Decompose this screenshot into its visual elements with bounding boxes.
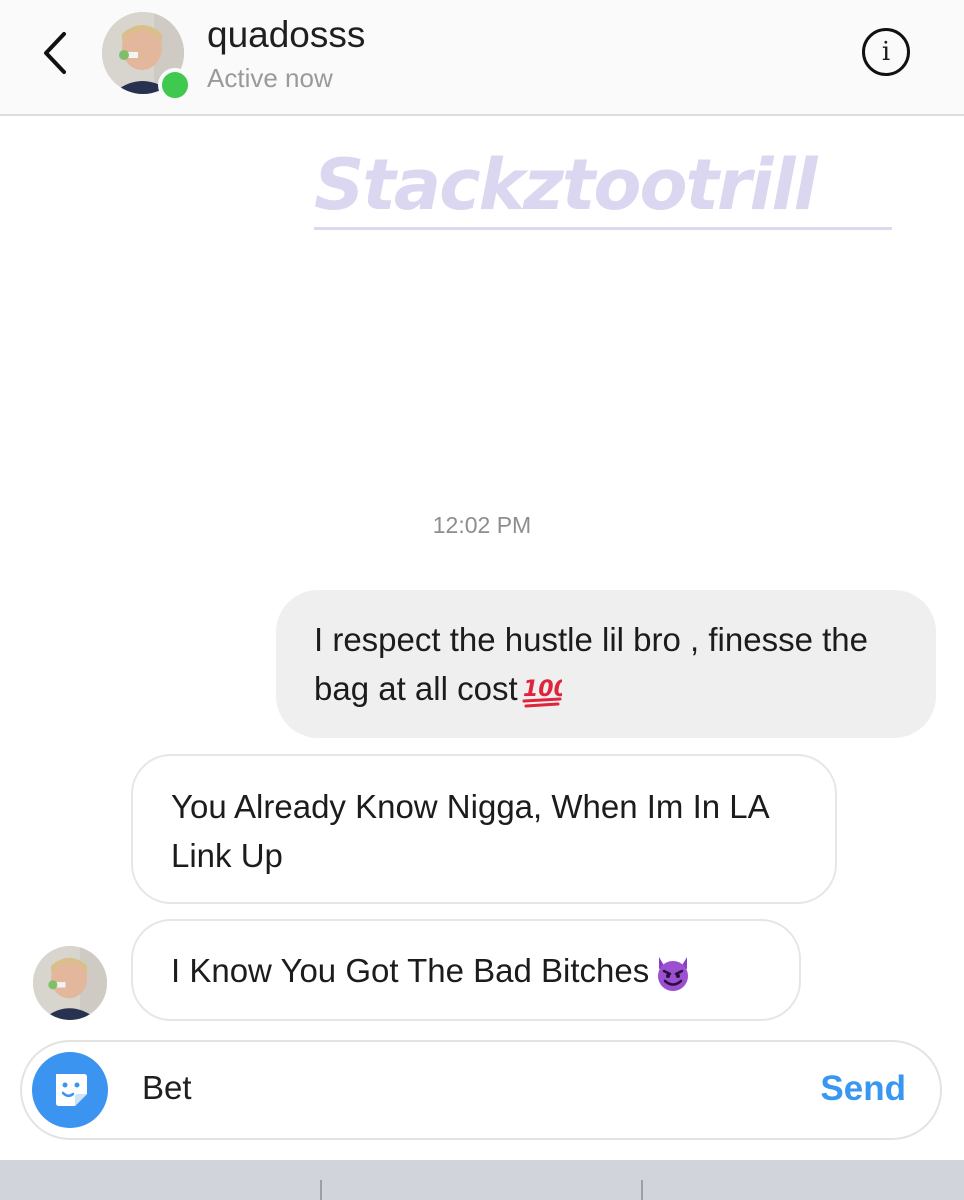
active-status: Active now xyxy=(207,63,333,93)
message-text: I Know You Got The Bad Bitches xyxy=(171,952,650,989)
message-input[interactable]: Bet xyxy=(142,1069,192,1107)
keyboard-suggestion-bar xyxy=(0,1160,964,1200)
send-button[interactable]: Send xyxy=(820,1069,906,1109)
online-status-dot xyxy=(158,68,192,102)
info-icon[interactable]: i xyxy=(862,28,910,76)
watermark-text: Stackztootrill xyxy=(314,144,818,226)
message-composer[interactable]: Bet Send xyxy=(20,1040,942,1140)
chat-header: quadosss Active now i xyxy=(0,0,964,116)
keyboard-divider xyxy=(641,1180,643,1200)
sticker-icon[interactable] xyxy=(32,1052,108,1128)
watermark: Stackztootrill xyxy=(314,143,892,230)
smiling-devil-icon xyxy=(658,957,689,992)
chevron-left-icon[interactable] xyxy=(36,28,76,78)
received-message-bubble[interactable]: You Already Know Nigga, When Im In LA Li… xyxy=(131,754,837,904)
hundred-points-icon: 100 xyxy=(522,677,562,708)
message-text: I respect the hustle lil bro , finesse t… xyxy=(314,621,868,707)
sender-avatar[interactable] xyxy=(33,946,107,1020)
chat-username[interactable]: quadosss xyxy=(207,14,365,56)
message-text: You Already Know Nigga, When Im In LA Li… xyxy=(171,788,768,874)
sent-message-bubble[interactable]: I respect the hustle lil bro , finesse t… xyxy=(276,590,936,738)
received-message-bubble[interactable]: I Know You Got The Bad Bitches xyxy=(131,919,801,1021)
message-timestamp: 12:02 PM xyxy=(432,512,532,538)
keyboard-divider xyxy=(320,1180,322,1200)
